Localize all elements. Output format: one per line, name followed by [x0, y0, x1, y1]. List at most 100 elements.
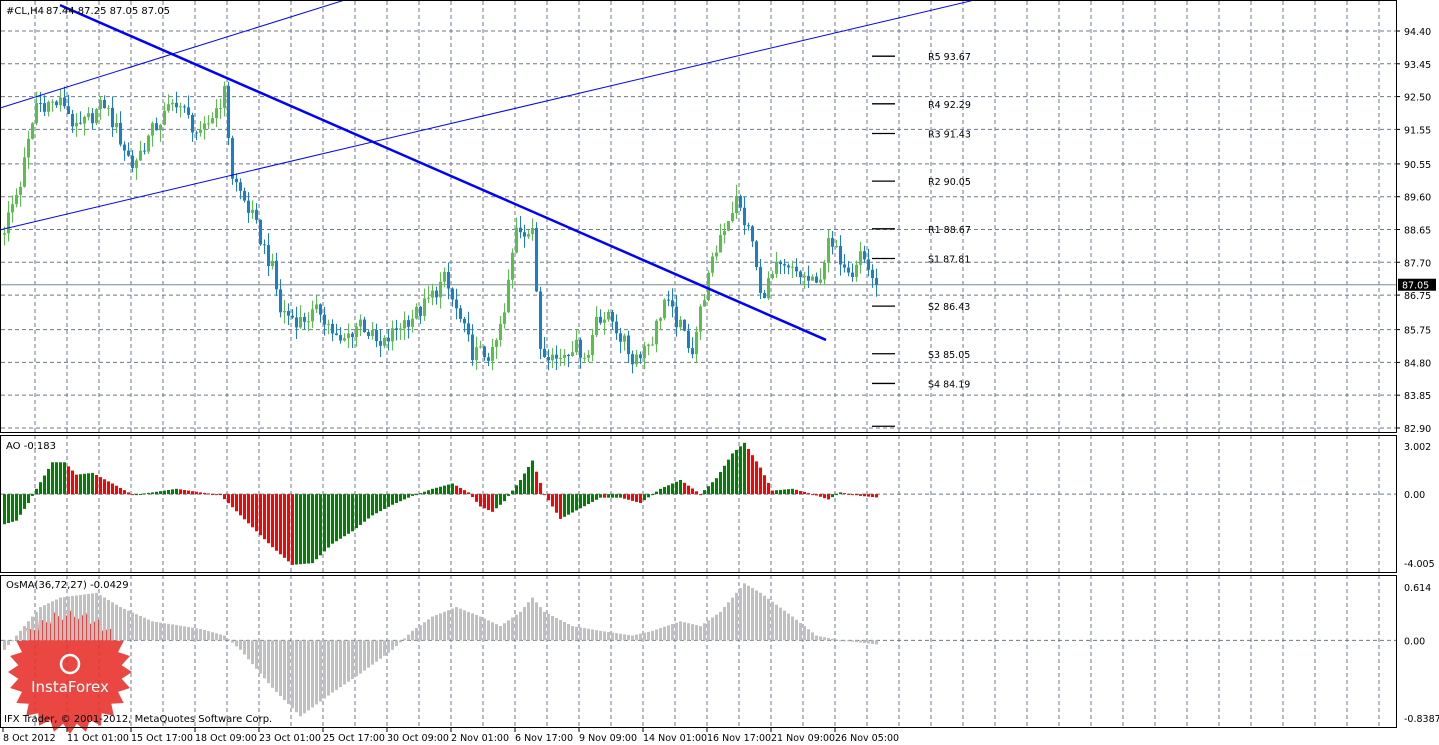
histogram-bar	[607, 494, 610, 498]
candle	[703, 300, 706, 307]
candle	[427, 297, 430, 299]
time-axis-label: 8 Oct 2012	[3, 733, 56, 744]
candle	[611, 311, 614, 322]
histogram-bar	[503, 494, 506, 502]
candle	[439, 281, 442, 298]
candle	[75, 122, 78, 127]
histogram-bar	[863, 494, 866, 497]
histogram-bar	[295, 494, 298, 565]
histogram-bar	[799, 490, 802, 495]
histogram-bar	[259, 494, 262, 536]
time-axis-label: 16 Nov 17:00	[707, 733, 771, 744]
histogram-bar	[239, 494, 242, 516]
candle	[71, 114, 74, 127]
histogram-bar	[303, 640, 306, 714]
ao-panel[interactable]: 3.002 0.00 -4.005	[3, 442, 1435, 570]
histogram-bar	[303, 494, 306, 564]
histogram-bar	[127, 610, 130, 641]
histogram-bar	[719, 611, 722, 641]
histogram-bar	[643, 494, 646, 501]
histogram-bar	[507, 620, 510, 641]
histogram-bar	[195, 628, 198, 641]
candle	[463, 318, 466, 324]
histogram-bar	[479, 616, 482, 641]
histogram-bar	[791, 488, 794, 495]
histogram-bar	[371, 494, 374, 516]
histogram-bar	[231, 640, 234, 643]
osma-panel[interactable]: 0.614 0.00 -0.8387	[3, 583, 1439, 725]
price-panel[interactable]: 94.40 93.45 92.50 91.55 90.55 89.60 88.65 87.70…	[0, 0, 1436, 435]
histogram-bar	[239, 640, 242, 650]
histogram-bar	[199, 492, 202, 495]
candle	[307, 321, 310, 323]
histogram-bar	[175, 488, 178, 495]
histogram-bar	[807, 629, 810, 641]
histogram-bar	[851, 494, 854, 496]
time-axis-label: 2 Nov 01:00	[451, 733, 509, 744]
histogram-bar	[23, 626, 26, 641]
histogram-bar	[263, 494, 266, 540]
candle	[207, 123, 210, 125]
histogram-bar	[543, 494, 546, 496]
histogram-bar	[211, 493, 214, 495]
candle	[319, 304, 322, 315]
histogram-bar	[643, 632, 646, 641]
indicator-axis-label: 0.00	[1404, 490, 1425, 501]
histogram-bar	[631, 494, 634, 501]
candle	[303, 317, 306, 322]
histogram-bar	[479, 494, 482, 507]
candle	[291, 315, 294, 318]
histogram-bar	[771, 490, 774, 495]
histogram-bar	[47, 603, 50, 641]
histogram-bar	[555, 617, 558, 641]
histogram-bar	[155, 621, 158, 641]
candle	[227, 86, 230, 139]
histogram-bar	[715, 614, 718, 641]
histogram-bar	[391, 640, 394, 650]
histogram-bar	[531, 460, 534, 495]
histogram-bar	[339, 640, 342, 688]
histogram-bar	[235, 494, 238, 512]
histogram-bar	[599, 630, 602, 641]
histogram-bar	[483, 618, 486, 641]
histogram-bar	[231, 494, 234, 508]
candle	[847, 267, 850, 273]
histogram-bar	[107, 481, 110, 495]
trading-chart[interactable]: InstaForex 94.40 93.45 92.50 91.55 90.55 89.6…	[0, 0, 1439, 745]
histogram-bar	[43, 605, 46, 641]
histogram-bar	[227, 639, 230, 641]
pivot-label: R5 93.67	[928, 52, 971, 63]
histogram-bar	[451, 483, 454, 495]
histogram-bar	[27, 494, 30, 503]
candle	[107, 107, 110, 109]
time-axis-label: 6 Nov 17:00	[515, 733, 573, 744]
histogram-bar	[131, 612, 134, 641]
histogram-bar	[487, 620, 490, 641]
histogram-bar	[859, 494, 862, 496]
candle	[135, 160, 138, 168]
histogram-bar	[631, 635, 634, 641]
candle	[339, 335, 342, 341]
histogram-bar	[663, 626, 666, 641]
histogram-bar	[715, 478, 718, 495]
histogram-bar	[815, 635, 818, 641]
histogram-bar	[347, 494, 350, 534]
histogram-bar	[327, 640, 330, 696]
histogram-bar	[727, 459, 730, 495]
candle	[655, 320, 658, 345]
histogram-bar	[799, 622, 802, 641]
candle	[491, 346, 494, 361]
indicator-axis-label: -0.8387	[1404, 714, 1439, 725]
histogram-bar	[503, 623, 506, 641]
histogram-bar	[747, 585, 750, 641]
histogram-bar	[559, 619, 562, 641]
histogram-bar	[307, 494, 310, 564]
time-axis-label: 11 Oct 01:00	[67, 733, 129, 744]
histogram-bar	[867, 494, 870, 497]
histogram-bar	[415, 627, 418, 641]
candle	[99, 99, 102, 110]
histogram-bar	[603, 631, 606, 641]
indicator-axis-label: 0.00	[1404, 636, 1425, 647]
histogram-bar	[795, 489, 798, 495]
candle	[39, 103, 42, 105]
